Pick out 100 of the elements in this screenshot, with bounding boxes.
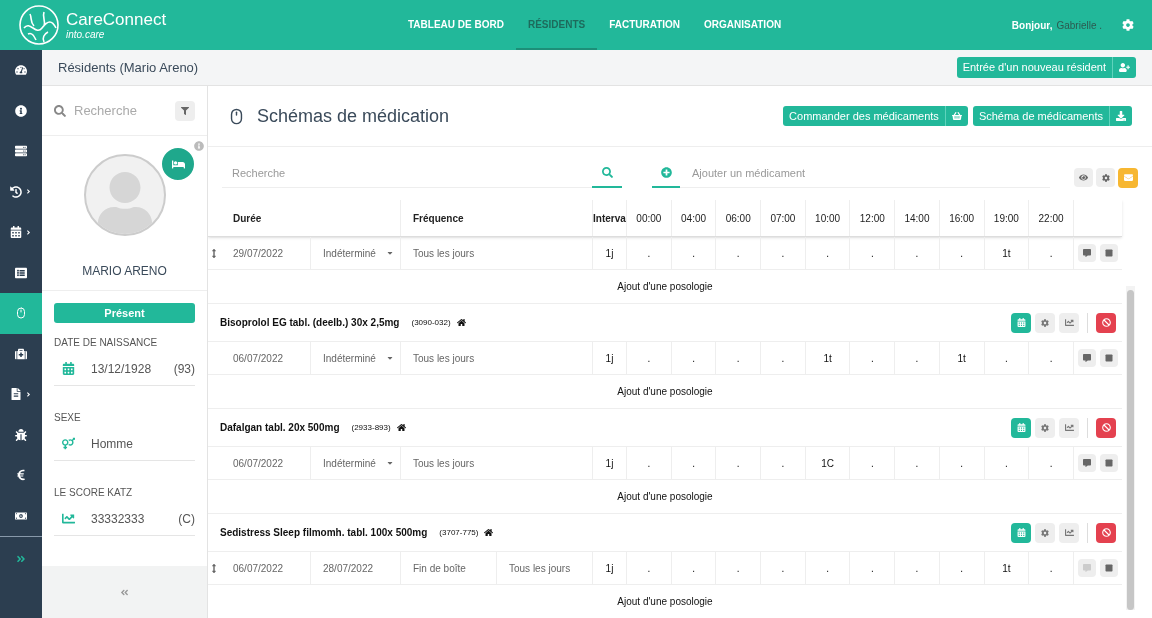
- calendar-button[interactable]: [1011, 417, 1031, 438]
- eye-icon: [1079, 173, 1088, 182]
- dose-cell[interactable]: .: [849, 552, 895, 584]
- dose-cell[interactable]: .: [938, 552, 984, 584]
- dose-cell[interactable]: 1t: [983, 552, 1029, 584]
- dose-cell[interactable]: .: [1028, 552, 1073, 584]
- resident-search-field[interactable]: Recherche: [74, 100, 164, 121]
- time-column-header: 00:00: [626, 200, 671, 236]
- dose-cell[interactable]: .: [715, 237, 761, 269]
- stop-square-button[interactable]: [1099, 559, 1118, 577]
- dose-cell[interactable]: .: [626, 447, 671, 479]
- add-medication-field[interactable]: Ajouter un médicament: [680, 159, 1050, 188]
- dose-cell[interactable]: .: [894, 447, 939, 479]
- dose-cell[interactable]: .: [626, 342, 671, 374]
- dose-cell[interactable]: .: [938, 447, 984, 479]
- comment-button[interactable]: [1077, 454, 1096, 472]
- dose-cell[interactable]: .: [849, 342, 895, 374]
- stop-square-button[interactable]: [1099, 454, 1118, 472]
- stop-button[interactable]: [1096, 417, 1116, 438]
- dose-cell[interactable]: .: [760, 552, 805, 584]
- brand-tagline: into.care: [66, 29, 106, 40]
- stop-button[interactable]: [1096, 522, 1116, 543]
- speech-bubble-icon: [1082, 564, 1091, 572]
- calendar-icon: [1016, 423, 1026, 432]
- dose-cell[interactable]: .: [938, 237, 984, 269]
- dose-cell[interactable]: .: [894, 552, 939, 584]
- filter-button[interactable]: [175, 100, 195, 121]
- settings-button[interactable]: [1096, 168, 1115, 187]
- settings-button[interactable]: [1035, 312, 1055, 333]
- add-dosage-link[interactable]: Ajout d'une posologie: [617, 384, 713, 399]
- dose-cell[interactable]: .: [804, 552, 850, 584]
- dose-cell[interactable]: .: [1028, 342, 1073, 374]
- calendar-button[interactable]: [1011, 522, 1031, 543]
- chart-button[interactable]: [1059, 522, 1079, 543]
- dose-cell[interactable]: .: [1028, 237, 1073, 269]
- dose-cell[interactable]: .: [1028, 447, 1073, 479]
- download-icon: [1116, 111, 1126, 121]
- dose-cell[interactable]: .: [626, 552, 671, 584]
- dose-cell[interactable]: .: [760, 237, 805, 269]
- dose-cell[interactable]: .: [804, 237, 850, 269]
- end-dropdown[interactable]: Indéterminé: [310, 237, 400, 269]
- expand-icon[interactable]: [16, 553, 26, 564]
- chart-button[interactable]: [1059, 417, 1079, 438]
- dose-cell[interactable]: .: [670, 342, 716, 374]
- dose-cell[interactable]: 1t: [983, 237, 1029, 269]
- bed-badge[interactable]: [160, 146, 196, 182]
- end-dropdown[interactable]: Indéterminé: [310, 447, 400, 479]
- greeting-text: Bonjour,: [1011, 18, 1053, 33]
- medication-search-field[interactable]: Recherche: [222, 159, 592, 188]
- add-dosage-link[interactable]: Ajout d'une posologie: [617, 489, 713, 504]
- drag-handle-icon[interactable]: [210, 248, 218, 258]
- dose-cell[interactable]: .: [626, 237, 671, 269]
- dose-cell[interactable]: .: [670, 237, 716, 269]
- dose-cell[interactable]: .: [983, 447, 1029, 479]
- time-column-header: 22:00: [1028, 200, 1073, 236]
- dose-cell[interactable]: .: [670, 552, 716, 584]
- dose-cell[interactable]: .: [849, 237, 895, 269]
- envelope-icon: [1123, 173, 1133, 182]
- dose-cell[interactable]: 1t: [804, 342, 850, 374]
- table-cell: Tous les jours: [400, 237, 592, 269]
- dose-cell[interactable]: .: [715, 342, 761, 374]
- stop-button[interactable]: [1096, 312, 1116, 333]
- dose-cell[interactable]: .: [715, 447, 761, 479]
- field-label: DATE DE NAISSANCE: [54, 336, 159, 350]
- breadcrumb-title: Résidents (Mario Areno): [58, 58, 199, 77]
- chevron-icon: [25, 188, 32, 196]
- end-dropdown[interactable]: Indéterminé: [310, 342, 400, 374]
- status-badge: Présent: [54, 303, 195, 323]
- comment-button[interactable]: [1077, 349, 1096, 367]
- resident-name: MARIO ARENO: [82, 263, 167, 280]
- medication-name: Sedistress Sleep filmomh. tabl. 100x 500mg: [220, 526, 428, 540]
- comment-button[interactable]: [1077, 244, 1096, 262]
- drag-handle-icon[interactable]: [210, 563, 218, 573]
- settings-icon[interactable]: [1122, 19, 1134, 31]
- settings-button[interactable]: [1035, 417, 1055, 438]
- list-icon: [15, 145, 27, 158]
- chart-button[interactable]: [1059, 312, 1079, 333]
- settings-button[interactable]: [1035, 522, 1055, 543]
- stop-square-button[interactable]: [1099, 349, 1118, 367]
- table-cell: Fin de boîte: [400, 552, 496, 584]
- collapse-icon[interactable]: [120, 587, 129, 597]
- scrollbar[interactable]: [1126, 286, 1135, 610]
- stop-square-button[interactable]: [1099, 244, 1118, 262]
- dose-cell[interactable]: 1t: [938, 342, 984, 374]
- search-icon: [54, 104, 66, 117]
- dose-cell[interactable]: .: [894, 237, 939, 269]
- dose-cell[interactable]: .: [670, 447, 716, 479]
- dose-cell[interactable]: .: [894, 342, 939, 374]
- dose-cell[interactable]: .: [715, 552, 761, 584]
- calendar-button[interactable]: [1011, 312, 1031, 333]
- add-dosage-link[interactable]: Ajout d'une posologie: [617, 594, 713, 609]
- add-dosage-link[interactable]: Ajout d'une posologie: [617, 279, 713, 294]
- dose-cell[interactable]: .: [849, 447, 895, 479]
- dose-cell[interactable]: .: [760, 447, 805, 479]
- dose-cell[interactable]: 1C: [804, 447, 850, 479]
- calendar-icon: [62, 362, 75, 375]
- medication-code: (2933-893): [351, 421, 391, 434]
- view-button[interactable]: [1074, 168, 1093, 187]
- dose-cell[interactable]: .: [983, 342, 1029, 374]
- dose-cell[interactable]: .: [760, 342, 805, 374]
